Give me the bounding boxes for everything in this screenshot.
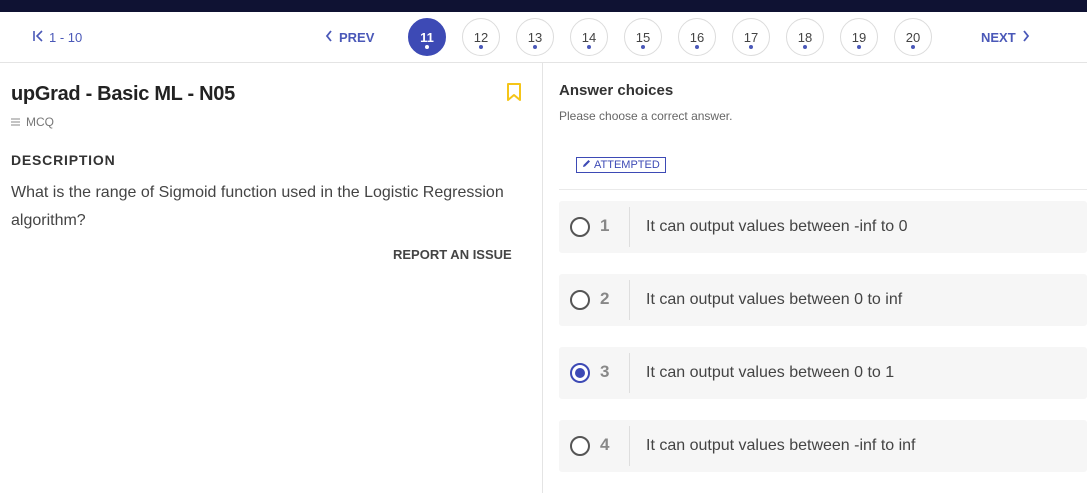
description-heading: DESCRIPTION [11, 152, 116, 168]
status-dot [857, 45, 861, 49]
chevron-left-icon [325, 30, 333, 45]
radio-button[interactable] [570, 217, 590, 237]
radio-button[interactable] [570, 436, 590, 456]
option-text: It can output values between 0 to inf [646, 291, 903, 308]
next-label: NEXT [981, 30, 1016, 45]
next-button[interactable]: NEXT [981, 30, 1030, 45]
first-page-icon [32, 30, 45, 45]
status-dot [911, 45, 915, 49]
divider [629, 280, 630, 320]
status-dot [749, 45, 753, 49]
divider [629, 426, 630, 466]
radio-button[interactable] [570, 363, 590, 383]
status-dot [803, 45, 807, 49]
page-19[interactable]: 19 [840, 18, 878, 56]
page-11[interactable]: 11 [408, 18, 446, 56]
status-dot [425, 45, 429, 49]
question-title: upGrad - Basic ML - N05 [11, 83, 235, 105]
radio-button[interactable] [570, 290, 590, 310]
answer-option-2[interactable]: 2 It can output values between 0 to inf [559, 274, 1087, 326]
first-range-link[interactable]: 1 - 10 [32, 30, 82, 45]
page-16[interactable]: 16 [678, 18, 716, 56]
option-number: 4 [600, 435, 610, 454]
page-20[interactable]: 20 [894, 18, 932, 56]
question-pager: 1 - 10 PREV 11 12 13 14 15 16 17 18 19 2… [0, 12, 1087, 63]
page-15[interactable]: 15 [624, 18, 662, 56]
page-list: 11 12 13 14 15 16 17 18 19 20 [408, 18, 932, 56]
status-dot [479, 45, 483, 49]
first-range-label: 1 - 10 [49, 30, 83, 45]
answer-subheading: Please choose a correct answer. [559, 109, 733, 123]
option-number: 2 [600, 289, 610, 308]
option-text: It can output values between -inf to inf [646, 437, 916, 454]
divider [629, 207, 630, 247]
attempted-badge: ATTEMPTED [576, 157, 666, 173]
answer-heading: Answer choices [559, 82, 674, 99]
prev-button[interactable]: PREV [325, 30, 374, 45]
question-panel: upGrad - Basic ML - N05 MCQ DESCRIPTION … [0, 63, 543, 493]
page-12[interactable]: 12 [462, 18, 500, 56]
attempted-label: ATTEMPTED [594, 159, 660, 171]
page-13[interactable]: 13 [516, 18, 554, 56]
option-number: 1 [600, 216, 610, 235]
status-dot [695, 45, 699, 49]
answer-option-4[interactable]: 4 It can output values between -inf to i… [559, 420, 1087, 472]
option-text: It can output values between -inf to 0 [646, 218, 908, 235]
answer-option-1[interactable]: 1 It can output values between -inf to 0 [559, 201, 1087, 253]
question-type: MCQ [11, 115, 54, 129]
pencil-icon [582, 159, 591, 171]
top-bar [0, 0, 1087, 12]
bookmark-icon[interactable] [506, 82, 522, 107]
report-issue-link[interactable]: REPORT AN ISSUE [393, 247, 512, 262]
page-18[interactable]: 18 [786, 18, 824, 56]
divider [629, 353, 630, 393]
answer-panel: Answer choices Please choose a correct a… [543, 63, 1087, 493]
prev-label: PREV [339, 30, 375, 45]
status-dot [641, 45, 645, 49]
question-type-label: MCQ [26, 115, 54, 129]
answer-option-3[interactable]: 3 It can output values between 0 to 1 [559, 347, 1087, 399]
list-icon [11, 115, 20, 129]
chevron-right-icon [1022, 30, 1030, 45]
status-row: ATTEMPTED [559, 143, 1087, 190]
page-17[interactable]: 17 [732, 18, 770, 56]
option-number: 3 [600, 362, 610, 381]
page-14[interactable]: 14 [570, 18, 608, 56]
option-text: It can output values between 0 to 1 [646, 364, 895, 381]
status-dot [587, 45, 591, 49]
status-dot [533, 45, 537, 49]
question-description: What is the range of Sigmoid function us… [11, 184, 504, 229]
